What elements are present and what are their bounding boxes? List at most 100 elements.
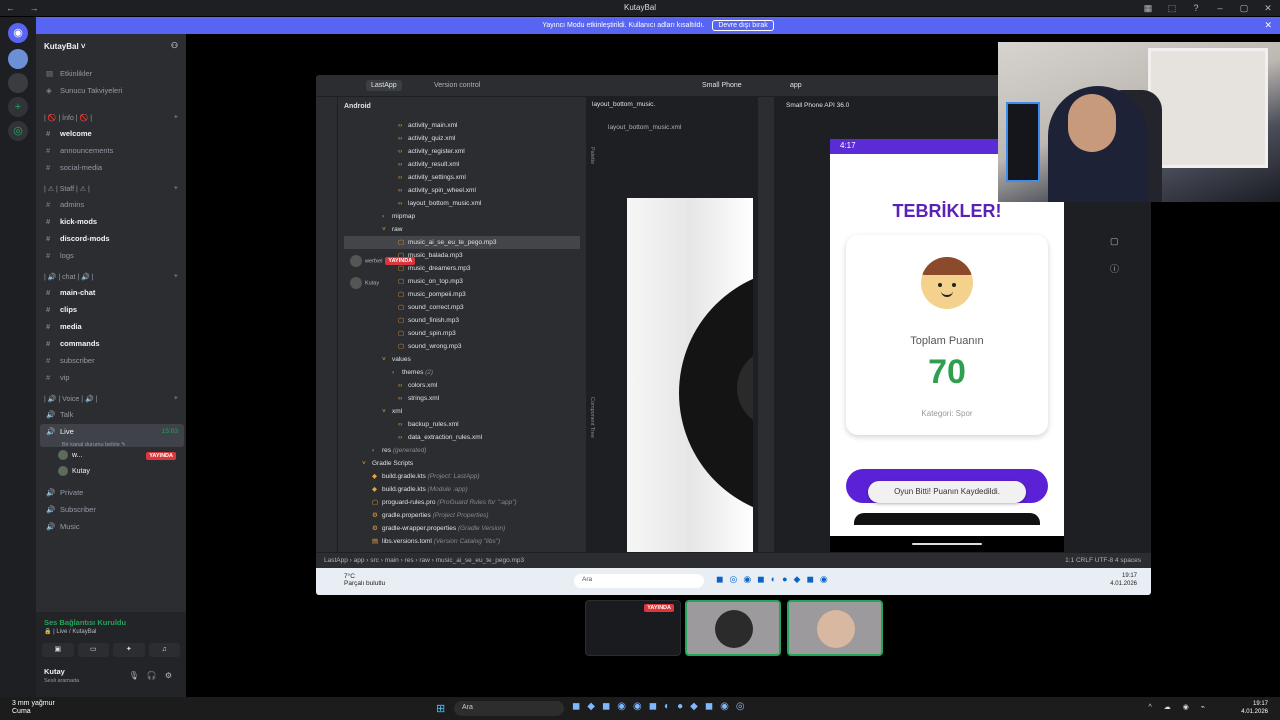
server-icon-2[interactable] [8,73,28,93]
banner-close-icon[interactable]: ✕ [1264,20,1272,31]
tree-file[interactable]: ⚙ gradle-wrapper.properties (Gradle Versi… [372,522,505,535]
tree-folder[interactable]: › res (generated) [372,444,426,457]
tree-file[interactable]: ‹› strings.xml [398,392,439,405]
disable-streamer-mode-button[interactable]: Devre dışı bırak [712,20,774,31]
participant-tile[interactable] [787,600,883,656]
taskbar-clock[interactable]: 19:17 4.01.2026 [1241,700,1268,716]
tree-file[interactable]: ▢ music_pompeii.mp3 [398,288,466,301]
discord-home-icon[interactable]: ◉ [8,23,28,43]
channel-welcome[interactable]: # welcome [40,126,184,142]
tree-file[interactable]: ▤ libs.versions.toml (Version Catalog "li… [372,535,500,548]
tree-file[interactable]: ‹› activity_spin_wheel.xml [398,184,476,197]
tree-file[interactable]: ‹› activity_quiz.xml [398,132,455,145]
home-gesture-pill[interactable] [912,543,982,545]
voice-channel-music[interactable]: 🔊 Music [40,519,184,535]
events-item[interactable]: ▤ Etkinlikler [40,66,184,82]
running-device-tab[interactable]: Small Phone API 36.0 [786,102,849,109]
maximize-button[interactable]: ▢ [1232,0,1256,16]
tree-file[interactable]: ‹› activity_result.xml [398,158,459,171]
tree-folder[interactable]: ˅ raw [382,223,402,236]
tree-file[interactable]: ▢ sound_finish.mp3 [398,314,459,327]
current-user-name[interactable]: Kutay [44,667,65,676]
close-button[interactable]: ✕ [1256,0,1280,16]
tree-file[interactable]: ‹› layout_bottom_music.xml [398,197,481,210]
weather-widget[interactable]: 3 mm yağmur Cuma [12,700,55,716]
remote-search[interactable]: Ara [574,574,704,588]
palette-label[interactable]: Palette [589,147,595,164]
remote-taskbar-apps[interactable]: ◼◎◉◼◐●◆◼◉ [716,574,834,585]
taskbar-search[interactable]: Ara [454,701,564,716]
tree-file[interactable]: ‹› activity_settings.xml [398,171,466,184]
category-chat[interactable]: | 🔊 | chat | 🔊 | + [44,273,184,285]
tree-file-selected[interactable]: ▢ music_ai_se_eu_te_pego.mp3 [344,236,580,249]
help-icon[interactable]: ? [1184,0,1208,16]
inbox-icon[interactable]: ▦ [1136,0,1160,16]
channel-announcements[interactable]: # announcements [40,143,184,159]
soundboard-button[interactable]: ♫ [148,643,180,657]
layout-preview[interactable] [627,198,753,553]
tree-file[interactable]: ▢ sound_wrong.mp3 [398,340,461,353]
channel-clips[interactable]: # clips [40,302,184,318]
tree-file[interactable]: ‹› data_extraction_rules.xml [398,431,482,444]
component-tree-label[interactable]: Component Tree [589,397,595,438]
channel-kick-mods[interactable]: # kick-mods [40,214,184,230]
tree-file[interactable]: ▢ proguard-rules.pro (ProGuard Rules for … [372,496,517,509]
voice-channel-talk[interactable]: 🔊 Talk [40,407,184,423]
voice-status[interactable]: Ses Bağlantısı Kuruldu [44,618,126,627]
module-selector[interactable]: app [790,82,802,89]
participant-tile[interactable] [685,600,781,656]
voice-channel-live[interactable]: 🔊 Live 15:03 Bir kanal durumu belirle ✎ [40,424,184,448]
tree-file[interactable]: ‹› activity_main.xml [398,119,457,132]
editor-tab[interactable]: layout_bottom_music. [592,101,655,108]
system-tray[interactable]: ^ ☁ ◉ ⌁ [1149,703,1210,711]
taskbar-apps[interactable]: ◼◆◼◉◉◼◐●◆◼◉◎ [572,701,752,712]
webcam-feed[interactable] [998,42,1280,202]
project-selector[interactable]: LastApp [366,80,402,91]
channel-vip[interactable]: # vip [40,370,184,386]
screen-share-button[interactable]: ▭ [77,643,109,657]
activities-button[interactable]: ✦ [113,643,145,657]
channel-discord-mods[interactable]: # discord-mods [40,231,184,247]
tree-folder[interactable]: ˅ values [382,353,411,366]
channel-admins[interactable]: # admins [40,197,184,213]
voice-channel-private[interactable]: 🔊 Private [40,485,184,501]
category-voice[interactable]: | 🔊 | Voice | 🔊 | + [44,395,184,407]
device-selector[interactable]: Small Phone [702,82,742,89]
explore-icon[interactable]: ◎ [8,121,28,141]
tree-file[interactable]: ▢ sound_correct.mp3 [398,301,464,314]
secondary-action-button[interactable] [854,513,1040,525]
category-info[interactable]: | 🚫 | İnfo | 🚫 | + [44,114,184,126]
server-icon[interactable] [8,49,28,69]
tree-file[interactable]: ◆ build.gradle.kts (Project: LastApp) [372,470,480,483]
minimize-button[interactable]: – [1208,0,1232,16]
server-header[interactable]: KutayBal ˅ ⚇ [36,34,186,60]
stream-viewer-1[interactable]: werfxel YAYINDA [350,255,416,269]
tree-folder[interactable]: ˅ xml [382,405,402,418]
channel-subscriber[interactable]: # subscriber [40,353,184,369]
voice-user-2[interactable]: Kutay [58,466,182,480]
user-controls[interactable]: 🎙🎧⚙ [129,671,180,680]
tree-file[interactable]: ⚙ gradle.properties (Project Properties) [372,509,489,522]
version-control-menu[interactable]: Version control [434,82,480,89]
category-staff[interactable]: | ⚠ | Staff | ⚠ | + [44,185,184,197]
channel-logs[interactable]: # logs [40,248,184,264]
tree-folder[interactable]: ˅ Gradle Scripts [362,457,413,470]
editor-subtab[interactable]: layout_bottom_music.xml [608,124,681,131]
channel-social-media[interactable]: # social-media [40,160,184,176]
voice-user-1[interactable]: w... YAYINDA [58,450,182,464]
camera-button[interactable]: ▣ [42,643,74,657]
tree-folder[interactable]: › themes (2) [392,366,433,379]
channel-commands[interactable]: # commands [40,336,184,352]
screen-icon[interactable]: ⬚ [1160,0,1184,16]
tree-file[interactable]: ▢ sound_spin.mp3 [398,327,456,340]
tree-file[interactable]: ◆ build.gradle.kts (Module :app) [372,483,468,496]
tree-file[interactable]: ‹› activity_register.xml [398,145,465,158]
invite-icon[interactable]: ⚇ [171,41,178,50]
tree-file[interactable]: ‹› colors.xml [398,379,437,392]
breadcrumb-path[interactable]: LastApp › app › src › main › res › raw ›… [324,557,524,564]
participant-tile-stream[interactable]: YAYINDA [585,600,681,656]
tree-file[interactable]: ‹› backup_rules.xml [398,418,459,431]
emulator-side-icons[interactable]: ▢ ⓘ [1110,227,1119,283]
channel-main-chat[interactable]: # main-chat [40,285,184,301]
tree-folder[interactable]: › mipmap [382,210,415,223]
